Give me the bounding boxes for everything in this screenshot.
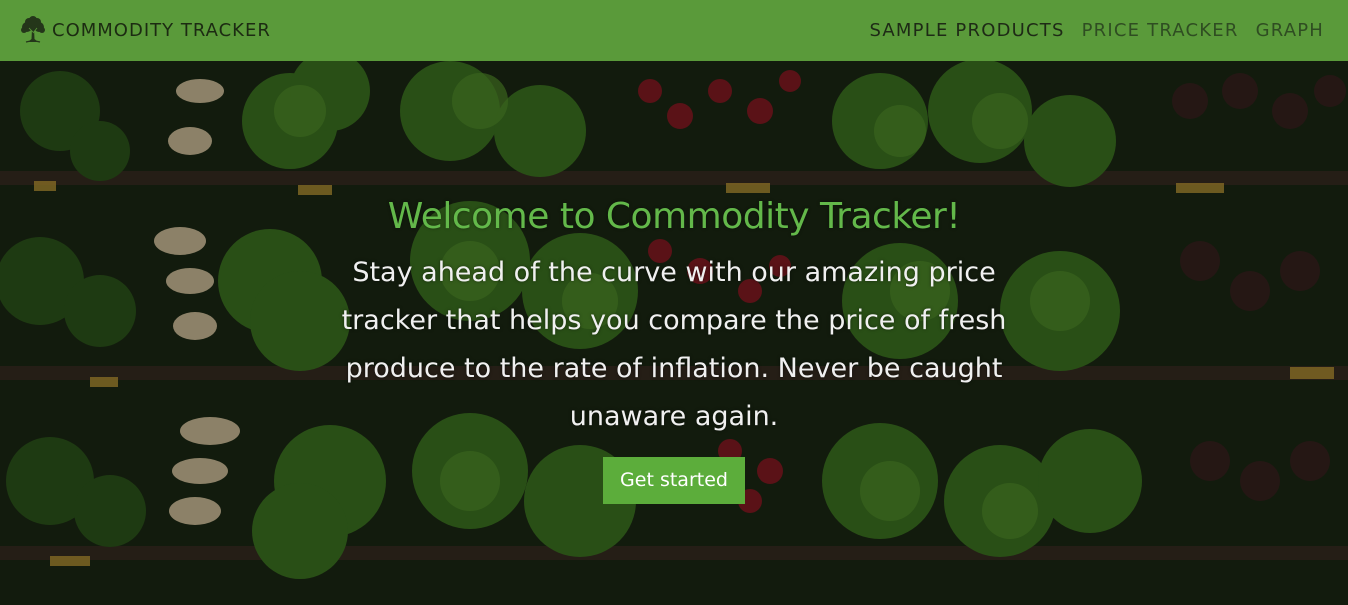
hero-section: Welcome to Commodity Tracker! Stay ahead… xyxy=(0,61,1348,605)
get-started-button[interactable]: Get started xyxy=(603,457,745,504)
tree-icon xyxy=(18,15,48,45)
nav-link-sample-products[interactable]: SAMPLE PRODUCTS xyxy=(869,19,1064,43)
navbar: COMMODITY TRACKER SAMPLE PRODUCTS PRICE … xyxy=(0,0,1348,61)
nav-link-price-tracker[interactable]: PRICE TRACKER xyxy=(1082,19,1239,43)
hero-content: Welcome to Commodity Tracker! Stay ahead… xyxy=(324,191,1024,504)
hero-title: Welcome to Commodity Tracker! xyxy=(387,196,961,237)
nav-links: SAMPLE PRODUCTS PRICE TRACKER GRAPH xyxy=(852,19,1324,43)
hero-subtitle: Stay ahead of the curve with our amazing… xyxy=(341,257,1007,432)
brand-title: COMMODITY TRACKER xyxy=(52,19,271,41)
nav-link-graph[interactable]: GRAPH xyxy=(1256,19,1324,43)
brand[interactable]: COMMODITY TRACKER xyxy=(18,14,271,46)
